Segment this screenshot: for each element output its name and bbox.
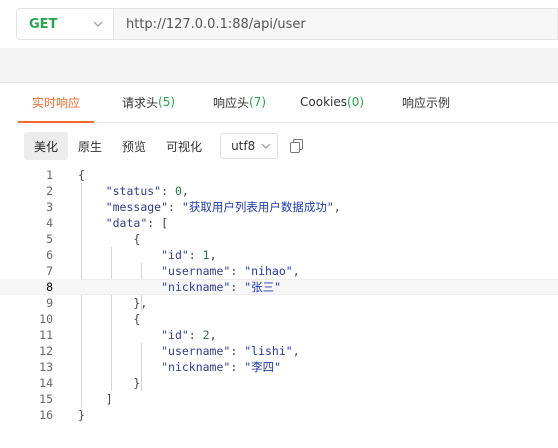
tab-label: 实时响应 (32, 95, 81, 110)
line-number: 10 (39, 312, 53, 326)
tab-count: (0) (347, 95, 365, 109)
line-number: 14 (39, 376, 53, 390)
tab-cookies[interactable]: Cookies (0) (300, 82, 364, 122)
code-text: "nickname": "张三" (161, 280, 282, 294)
encoding-select[interactable]: utf8 (220, 133, 279, 159)
code-line: 11 "id": 2, (0, 327, 558, 343)
line-number: 15 (39, 392, 53, 406)
tab-request-headers[interactable]: 请求头 (5) (122, 82, 175, 122)
response-toolbar: 美化 原生 预览 可视化 utf8 (24, 132, 304, 160)
code-text: } (78, 408, 85, 422)
code-text: "username": "nihao", (161, 264, 300, 278)
code-text: ] (105, 392, 113, 406)
tab-count: (5) (158, 95, 176, 109)
view-visualize-button[interactable]: 可视化 (156, 132, 212, 160)
line-number: 12 (39, 344, 53, 358)
method-label: GET (29, 16, 58, 32)
response-tabs: 实时响应 请求头 (5) 响应头 (7) Cookies (0) 响应示例 (16, 82, 558, 123)
view-pretty-button[interactable]: 美化 (24, 132, 69, 160)
code-text: { (133, 312, 141, 326)
line-number: 9 (46, 296, 53, 310)
code-text: } (133, 376, 141, 390)
tab-count: (7) (249, 95, 267, 109)
request-url-bar: GET http://127.0.0.1:88/api/user (16, 8, 558, 40)
code-text: { (133, 232, 141, 246)
chevron-down-icon (261, 141, 271, 151)
code-line: 14 } (0, 375, 558, 391)
line-number: 6 (46, 248, 53, 262)
code-line: 13 "nickname": "李四" (0, 359, 558, 375)
tab-label: 响应示例 (402, 95, 451, 110)
code-text: }, (133, 296, 148, 310)
code-text: "nickname": "李四" (161, 360, 282, 374)
request-options-strip (0, 48, 558, 83)
code-line: 5 { (0, 231, 558, 247)
line-number: 8 (46, 280, 53, 294)
line-number: 7 (46, 264, 53, 278)
line-number: 5 (46, 232, 53, 246)
code-line: 16} (0, 407, 558, 423)
line-number: 1 (46, 168, 53, 182)
line-number: 3 (46, 200, 53, 214)
view-raw-button[interactable]: 原生 (68, 132, 112, 160)
chevron-down-icon (93, 19, 103, 29)
code-text: "message": "获取用户列表用户数据成功", (105, 200, 341, 214)
code-text: "data": [ (105, 216, 169, 230)
response-body-viewer[interactable]: 1{2 "status": 0, 3 "message": "获取用户列表用户数据… (0, 167, 558, 423)
method-select[interactable]: GET (16, 8, 114, 40)
tab-response-example[interactable]: 响应示例 (402, 82, 450, 122)
copy-icon[interactable] (288, 138, 304, 154)
api-client-window: GET http://127.0.0.1:88/api/user 实时响应 请求… (0, 0, 558, 448)
code-text: { (78, 168, 85, 182)
code-line: 6 "id": 1, (0, 247, 558, 263)
code-line: 10 { (0, 311, 558, 327)
encoding-label: utf8 (231, 139, 256, 153)
code-line: 7 "username": "nihao", (0, 263, 558, 279)
url-input[interactable]: http://127.0.0.1:88/api/user (114, 8, 558, 40)
code-text: "id": 2, (161, 328, 217, 342)
line-number: 4 (46, 216, 53, 230)
code-line: 3 "message": "获取用户列表用户数据成功", (0, 199, 558, 215)
code-text: "status": 0, (105, 184, 189, 198)
code-line: 15 ] (0, 391, 558, 407)
code-line: 8 "nickname": "张三" (0, 279, 558, 295)
code-text: "id": 1, (161, 248, 217, 262)
code-line: 12 "username": "lishi", (0, 343, 558, 359)
line-number: 2 (46, 184, 53, 198)
line-number: 16 (39, 408, 53, 422)
code-line: 9 }, (0, 295, 558, 311)
tab-label: 响应头 (213, 95, 250, 110)
line-number: 11 (39, 328, 53, 342)
line-number: 13 (39, 360, 53, 374)
code-line: 1{ (0, 167, 558, 183)
view-preview-button[interactable]: 预览 (112, 132, 156, 160)
tab-response-headers[interactable]: 响应头 (7) (213, 82, 266, 122)
code-line: 4 "data": [ (0, 215, 558, 231)
tab-realtime-response[interactable]: 实时响应 (17, 82, 95, 123)
code-text: "username": "lishi", (161, 344, 300, 358)
tab-label: 请求头 (122, 95, 159, 110)
code-line: 2 "status": 0, (0, 183, 558, 199)
tab-label: Cookies (300, 95, 348, 109)
